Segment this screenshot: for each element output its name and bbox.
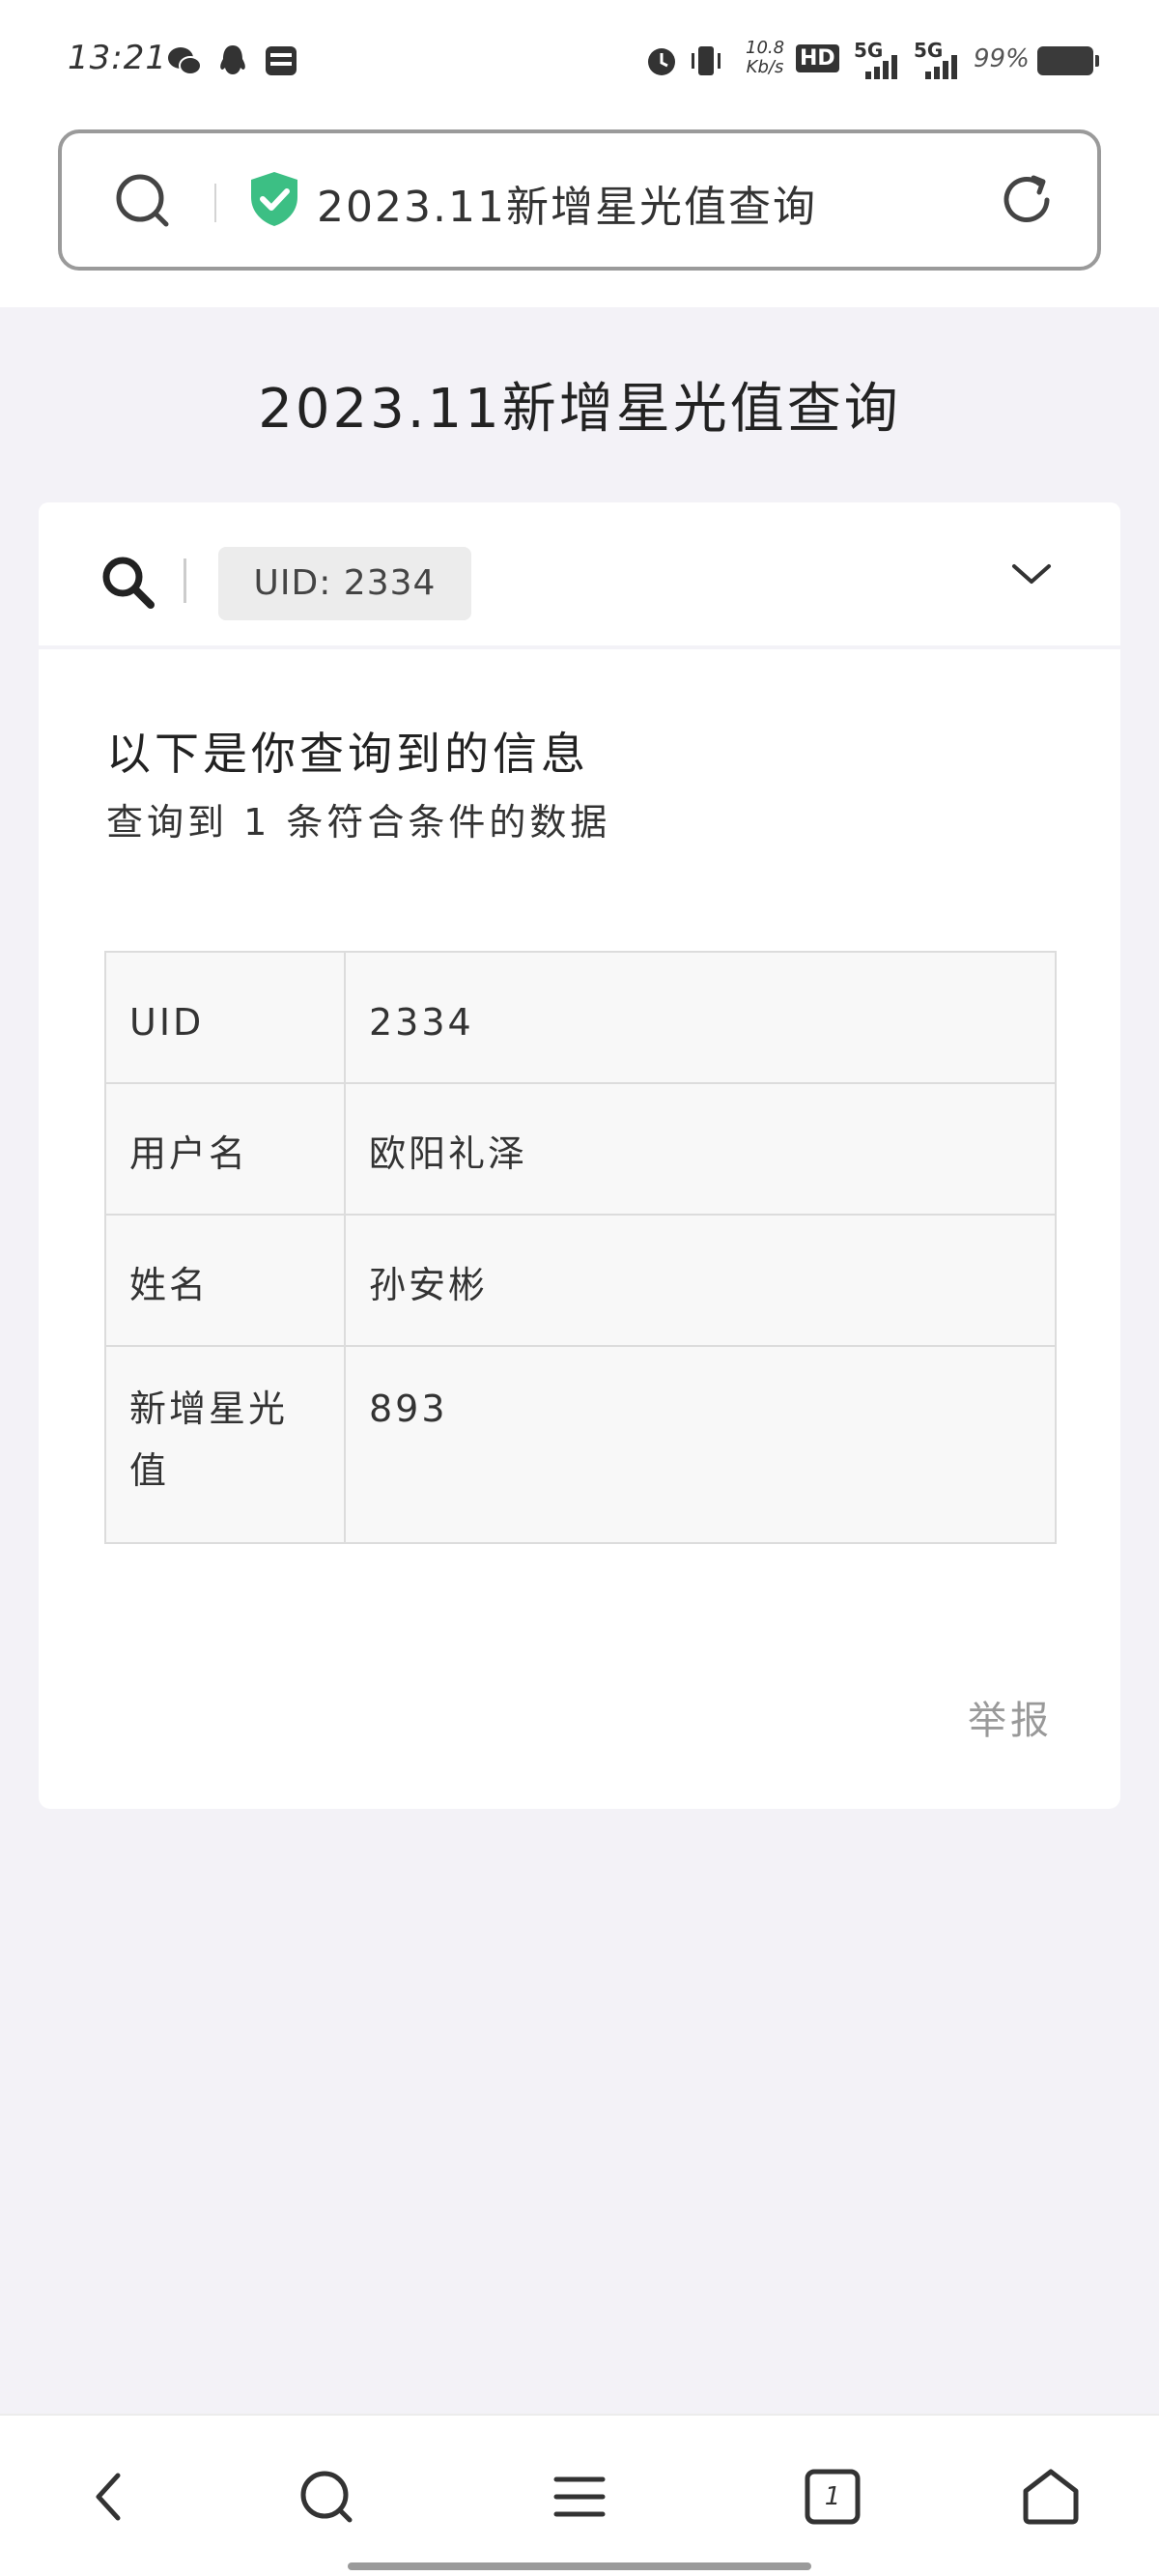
chevron-down-icon[interactable] bbox=[1008, 557, 1055, 591]
table-value-cell: 2334 bbox=[344, 951, 1057, 1084]
hd-badge: HD bbox=[796, 44, 839, 72]
battery-icon bbox=[1037, 46, 1099, 75]
vibrate-icon bbox=[692, 46, 721, 75]
bottom-navigation: 1 bbox=[0, 2414, 1159, 2576]
result-count: 查询到 1 条符合条件的数据 bbox=[106, 801, 611, 844]
reload-icon[interactable] bbox=[997, 170, 1057, 230]
home-icon[interactable] bbox=[1020, 2466, 1082, 2528]
signal-icon bbox=[925, 55, 957, 79]
address-title[interactable]: 2023.11新增星光值查询 bbox=[317, 172, 817, 234]
table-key-cell: 新增星光值 bbox=[104, 1345, 346, 1544]
qq-icon bbox=[220, 45, 245, 74]
search-icon[interactable] bbox=[99, 553, 156, 611]
table-row: 新增星光值 893 bbox=[104, 1345, 1057, 1544]
menu-icon[interactable] bbox=[549, 2466, 610, 2528]
address-divider bbox=[214, 184, 216, 222]
home-indicator[interactable] bbox=[348, 2562, 811, 2570]
uid-query-tag[interactable]: UID: 2334 bbox=[218, 547, 471, 620]
shield-check-icon bbox=[251, 172, 297, 226]
search-card: UID: 2334 bbox=[39, 502, 1120, 645]
net-speed: 10.8 Kb/s bbox=[746, 38, 785, 77]
page-title: 2023.11新增星光值查询 bbox=[258, 378, 901, 441]
table-row: 姓名 孙安彬 bbox=[104, 1214, 1057, 1347]
search-divider bbox=[184, 558, 186, 603]
result-table: UID 2334 用户名 欧阳礼泽 姓名 孙安彬 新增星光值 893 bbox=[104, 951, 1057, 1544]
card-icon bbox=[266, 46, 297, 75]
battery-percent: 99% bbox=[974, 44, 1030, 73]
address-bar[interactable]: 2023.11新增星光值查询 bbox=[58, 129, 1101, 271]
back-icon[interactable] bbox=[79, 2466, 141, 2528]
table-key-cell: 姓名 bbox=[104, 1214, 346, 1347]
alarm-icon bbox=[648, 48, 675, 75]
status-bar: 13:21 10.8 Kb/s HD 5G 5G 99% bbox=[0, 0, 1159, 118]
result-heading: 以下是你查询到的信息 bbox=[106, 728, 589, 780]
table-row: 用户名 欧阳礼泽 bbox=[104, 1082, 1057, 1216]
table-value-cell: 欧阳礼泽 bbox=[344, 1082, 1057, 1216]
status-time: 13:21 bbox=[68, 39, 167, 77]
wechat-icon bbox=[168, 47, 202, 75]
tabs-icon[interactable]: 1 bbox=[802, 2466, 863, 2528]
search-icon[interactable] bbox=[112, 170, 172, 230]
browser-toolbar: 2023.11新增星光值查询 bbox=[0, 118, 1159, 307]
report-link[interactable]: 举报 bbox=[968, 1689, 1053, 1745]
table-value-cell: 孙安彬 bbox=[344, 1214, 1057, 1347]
search-icon[interactable] bbox=[296, 2466, 357, 2528]
tabs-count: 1 bbox=[824, 2482, 841, 2511]
table-row: UID 2334 bbox=[104, 951, 1057, 1084]
result-card: 以下是你查询到的信息 查询到 1 条符合条件的数据 UID 2334 用户名 欧… bbox=[39, 649, 1120, 1809]
table-value-cell: 893 bbox=[344, 1345, 1057, 1544]
table-key-cell: 用户名 bbox=[104, 1082, 346, 1216]
signal-icon bbox=[865, 55, 897, 79]
table-key-cell: UID bbox=[104, 951, 346, 1084]
